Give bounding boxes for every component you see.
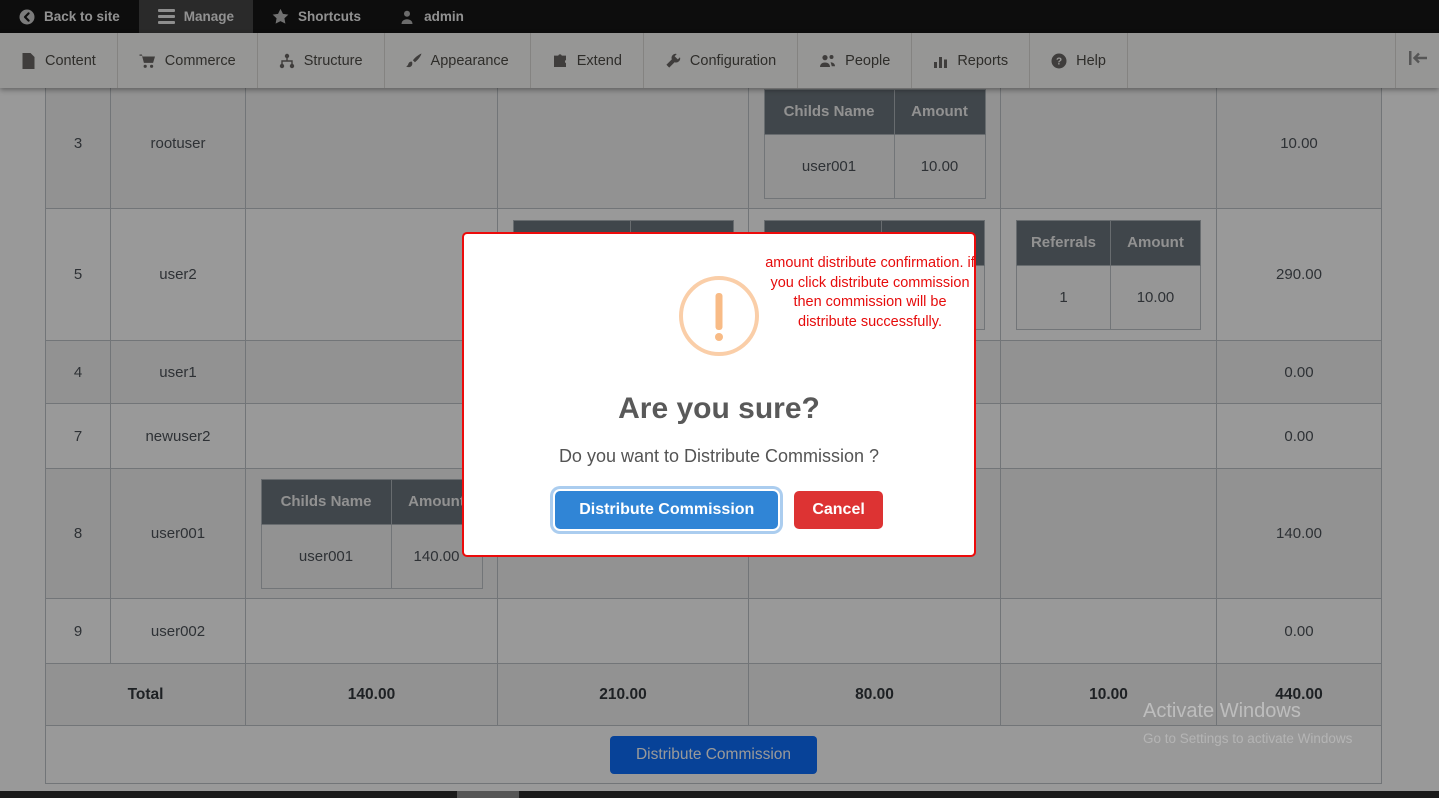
confirm-distribute-button[interactable]: Distribute Commission xyxy=(555,491,778,529)
activate-windows-watermark: Activate Windows xyxy=(1143,700,1301,723)
dialog-buttons: Distribute Commission Cancel xyxy=(464,491,974,529)
horizontal-scrollbar[interactable] xyxy=(0,791,1439,798)
dialog-title: Are you sure? xyxy=(464,392,974,426)
warning-icon xyxy=(679,276,759,356)
cancel-button[interactable]: Cancel xyxy=(794,491,882,529)
activate-windows-subtext: Go to Settings to activate Windows xyxy=(1143,731,1352,746)
confirm-dialog: amount distribute confirmation. if you c… xyxy=(462,232,976,557)
dialog-message: Do you want to Distribute Commission ? xyxy=(464,446,974,467)
scrollbar-thumb[interactable] xyxy=(457,791,519,798)
confirmation-note: amount distribute confirmation. if you c… xyxy=(764,254,976,332)
